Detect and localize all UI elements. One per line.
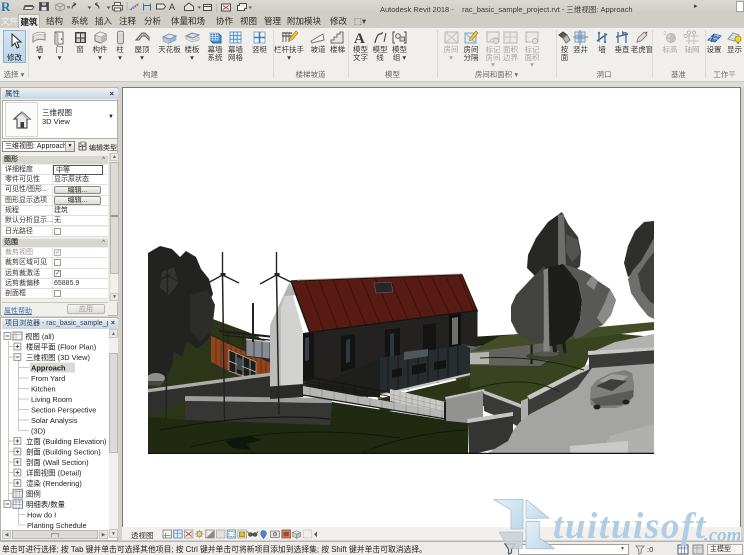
svg-text:渲染 (Rendering): 渲染 (Rendering) xyxy=(26,479,82,488)
svg-text:视图 (all): 视图 (all) xyxy=(25,332,54,341)
svg-text:Kitchen: Kitchen xyxy=(31,384,56,393)
svg-text:剖面 (Wall Section): 剖面 (Wall Section) xyxy=(26,458,89,467)
svg-text:图例: 图例 xyxy=(26,489,41,498)
svg-text:A: A xyxy=(354,31,365,46)
svg-text:立面 (Building Elevation): 立面 (Building Elevation) xyxy=(26,437,107,446)
svg-text:(3D): (3D) xyxy=(31,426,45,435)
svg-text:Section Perspective: Section Perspective xyxy=(31,405,96,414)
svg-text:From Yard: From Yard xyxy=(31,374,65,383)
svg-text:三维视图 (3D View): 三维视图 (3D View) xyxy=(26,353,90,362)
svg-text:Solar Analysis: Solar Analysis xyxy=(31,416,78,425)
svg-text:楼层平面 (Floor Plan): 楼层平面 (Floor Plan) xyxy=(26,342,96,351)
svg-text:剖面 (Building Section): 剖面 (Building Section) xyxy=(26,447,101,456)
svg-text:Approach: Approach xyxy=(31,363,66,372)
svg-text:-1: -1 xyxy=(662,31,667,37)
svg-text:详图视图 (Detail): 详图视图 (Detail) xyxy=(26,468,81,477)
svg-text:A: A xyxy=(169,2,175,12)
svg-text:明细表/数量: 明细表/数量 xyxy=(26,500,66,509)
svg-text:Living Room: Living Room xyxy=(31,395,72,404)
svg-text:R: R xyxy=(1,0,11,13)
svg-text:How do I: How do I xyxy=(27,510,56,519)
svg-text:Planting Schedule: Planting Schedule xyxy=(27,521,87,530)
